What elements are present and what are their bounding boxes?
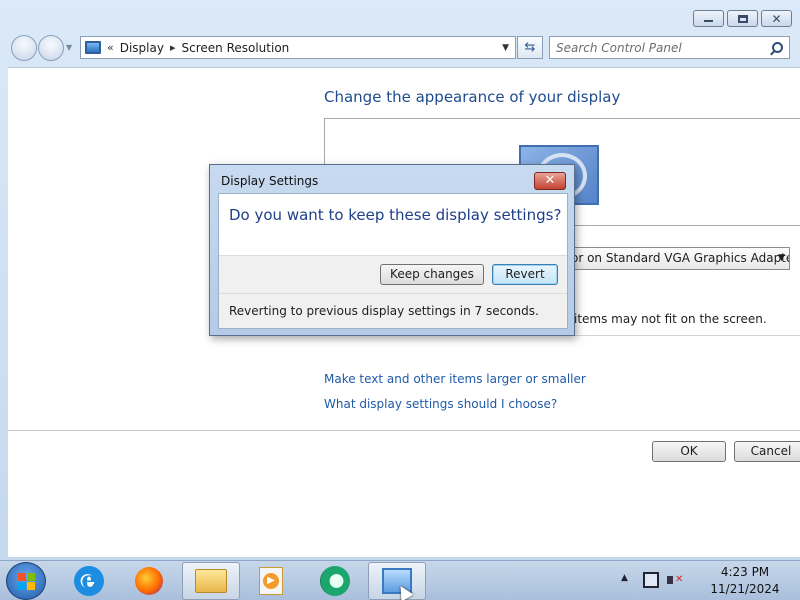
back-button[interactable]: [11, 35, 37, 61]
taskbar-firefox[interactable]: [120, 562, 178, 600]
address-dropdown-icon[interactable]: ▼: [502, 43, 509, 53]
minimize-button[interactable]: [693, 10, 724, 27]
breadcrumb-overflow[interactable]: «: [107, 41, 114, 54]
clock-time: 4:23 PM: [720, 565, 770, 579]
close-icon: ✕: [544, 173, 556, 188]
window-titlebar: ✕: [0, 0, 800, 32]
start-button[interactable]: [6, 562, 46, 600]
dialog-title: Display Settings: [221, 174, 319, 188]
taskbar-media-player[interactable]: [306, 562, 364, 600]
search-icon[interactable]: [772, 42, 783, 53]
search-box[interactable]: [549, 36, 790, 59]
dialog-close-button[interactable]: ✕: [534, 172, 566, 190]
chevron-down-icon: ▼: [778, 253, 785, 263]
media-player-icon: [320, 566, 350, 596]
taskbar-file-explorer[interactable]: [182, 562, 240, 600]
dialog-button-bar: Keep changes Revert: [219, 255, 567, 294]
dialog-body: Do you want to keep these display settin…: [218, 193, 568, 329]
taskbar-media-center[interactable]: ▶: [242, 562, 300, 600]
navigation-row: ▼ « Display ▸ Screen Resolution ▼ ⇆: [0, 34, 800, 62]
volume-muted-icon[interactable]: [667, 572, 683, 588]
cancel-button[interactable]: Cancel: [734, 441, 800, 462]
revert-countdown-text: Reverting to previous display settings i…: [219, 294, 567, 328]
display-settings-help-link[interactable]: What display settings should I choose?: [324, 397, 557, 411]
display-settings-dialog: Display Settings ✕ Do you want to keep t…: [209, 164, 575, 336]
breadcrumb-display[interactable]: Display: [120, 41, 164, 55]
caption-buttons: ✕: [693, 10, 792, 27]
close-icon: ✕: [771, 11, 782, 26]
clock-date: 11/21/2024: [710, 582, 780, 596]
forward-button[interactable]: [38, 35, 64, 61]
breadcrumb-separator[interactable]: ▸: [170, 41, 176, 54]
refresh-icon: ⇆: [524, 40, 536, 55]
display-adapter-value: or on Standard VGA Graphics Adapter: [571, 251, 790, 265]
minimize-icon: [704, 20, 713, 22]
advanced-warning-text: items may not fit on the screen.: [574, 312, 767, 326]
breadcrumb-screen-resolution[interactable]: Screen Resolution: [182, 41, 290, 55]
system-clock[interactable]: 4:23 PM 11/21/2024: [700, 564, 790, 598]
refresh-button[interactable]: ⇆: [517, 36, 543, 59]
dialog-question: Do you want to keep these display settin…: [229, 206, 562, 224]
display-adapter-select[interactable]: or on Standard VGA Graphics Adapter ▼: [564, 247, 790, 270]
recent-pages-dropdown[interactable]: ▼: [66, 43, 72, 52]
firefox-icon: [135, 567, 163, 595]
maximize-icon: [737, 14, 748, 23]
display-monitor-icon: [85, 41, 101, 54]
page-heading: Change the appearance of your display: [324, 88, 621, 106]
maximize-button[interactable]: [727, 10, 758, 27]
address-bar[interactable]: « Display ▸ Screen Resolution ▼: [80, 36, 516, 59]
revert-button[interactable]: Revert: [492, 264, 558, 285]
close-button[interactable]: ✕: [761, 10, 792, 27]
divider: [8, 430, 800, 431]
text-size-link[interactable]: Make text and other items larger or smal…: [324, 372, 586, 386]
search-input[interactable]: [556, 40, 766, 55]
network-icon[interactable]: [643, 572, 659, 588]
taskbar-internet-explorer[interactable]: e: [60, 562, 118, 600]
windows-logo-icon: [18, 573, 35, 590]
media-center-icon: ▶: [259, 567, 283, 595]
show-hidden-icons-icon[interactable]: ▲: [621, 573, 628, 583]
keep-changes-button[interactable]: Keep changes: [380, 264, 484, 285]
internet-explorer-icon: e: [74, 566, 104, 596]
file-explorer-icon: [195, 569, 227, 593]
ok-button[interactable]: OK: [652, 441, 726, 462]
